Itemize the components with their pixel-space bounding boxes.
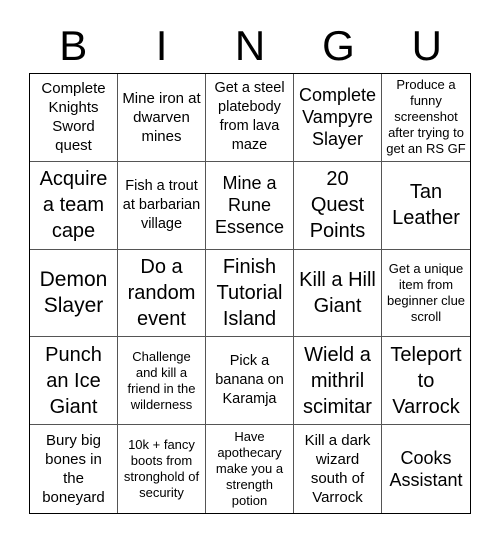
cell-text: Mine a Rune Essence — [214, 173, 285, 238]
header-letter-u: U — [411, 22, 442, 69]
cell-text: Have apothecary make you a strength poti… — [215, 429, 284, 509]
bingo-cell[interactable]: Complete Vampyre Slayer — [294, 74, 382, 162]
cell-text: Complete Vampyre Slayer — [298, 85, 377, 150]
cell-text: Get a steel platebody from lava maze — [214, 80, 285, 154]
cell-text: Mine iron at dwarven mines — [122, 89, 201, 145]
bingo-cell[interactable]: Kill a Hill Giant — [294, 249, 382, 338]
cell-text: Pick a banana on Karamja — [215, 353, 284, 408]
bingo-cell[interactable]: Get a unique item from beginner clue scr… — [382, 250, 470, 338]
header-letter-b: B — [59, 22, 88, 69]
bingo-cell[interactable]: Get a steel platebody from lava maze — [206, 74, 294, 162]
cell-text: Finish Tutorial Island — [216, 255, 283, 330]
cell-text: Kill a Hill Giant — [299, 268, 376, 317]
bingo-cell[interactable]: Pick a banana on Karamja — [206, 337, 294, 426]
bingo-cell[interactable]: Do a random event — [118, 249, 206, 338]
header-letter-g: G — [322, 22, 355, 69]
bingo-cell[interactable]: Have apothecary make you a strength poti… — [206, 425, 294, 513]
cell-text: Punch an Ice Giant — [45, 343, 102, 418]
cell-text: Teleport to Varrock — [390, 343, 462, 418]
bingo-cell[interactable]: Wield a mithril scimitar — [294, 337, 382, 426]
cell-text: Cooks Assistant — [389, 448, 463, 491]
bingo-board: Complete Knights Sword quest Mine iron a… — [29, 73, 471, 514]
bingo-cell[interactable]: Mine a Rune Essence — [206, 161, 294, 250]
bingo-cell[interactable]: Teleport to Varrock — [382, 337, 470, 426]
bingo-cell[interactable]: Produce a funny screenshot after trying … — [382, 74, 470, 162]
bingo-header: B I N G U — [29, 20, 471, 72]
cell-text: 20 Quest Points — [309, 168, 366, 243]
cell-text: Fish a trout at barbarian village — [122, 177, 201, 232]
bingo-cell[interactable]: Tan Leather — [382, 162, 470, 250]
cell-text: Do a random event — [127, 255, 196, 330]
cell-text: Complete Knights Sword quest — [41, 80, 106, 155]
cell-text: Tan Leather — [392, 181, 460, 230]
bingo-cell[interactable]: 10k + fancy boots from stronghold of sec… — [118, 425, 206, 513]
cell-text: 10k + fancy boots from stronghold of sec… — [123, 437, 200, 501]
bingo-cell[interactable]: Kill a dark wizard south of Varrock — [294, 425, 382, 513]
bingo-cell[interactable]: Bury big bones in the boneyard — [30, 425, 118, 513]
bingo-cell[interactable]: Challenge and kill a friend in the wilde… — [118, 337, 206, 426]
bingo-cell[interactable]: Punch an Ice Giant — [30, 337, 118, 426]
bingo-cell[interactable]: 20 Quest Points — [294, 161, 382, 250]
cell-text: Get a unique item from beginner clue scr… — [386, 260, 466, 324]
cell-text: Bury big bones in the boneyard — [42, 432, 105, 507]
cell-text: Challenge and kill a friend in the wilde… — [127, 348, 196, 412]
bingo-cell[interactable]: Cooks Assistant — [382, 425, 470, 513]
bingo-cell[interactable]: Demon Slayer — [30, 249, 118, 338]
cell-text: Demon Slayer — [39, 267, 108, 317]
bingo-cell[interactable]: Finish Tutorial Island — [206, 249, 294, 338]
header-letter-i: I — [155, 22, 168, 69]
bingo-cell[interactable]: Fish a trout at barbarian village — [118, 161, 206, 250]
bingo-cell[interactable]: Mine iron at dwarven mines — [118, 74, 206, 162]
cell-text: Wield a mithril scimitar — [303, 343, 372, 418]
header-letter-n: N — [234, 22, 266, 69]
cell-text: Produce a funny screenshot after trying … — [386, 77, 466, 157]
cell-text: Kill a dark wizard south of Varrock — [304, 432, 371, 507]
bingo-cell[interactable]: Complete Knights Sword quest — [30, 74, 118, 162]
cell-text: Acquire a team cape — [39, 168, 108, 243]
bingo-cell[interactable]: Acquire a team cape — [30, 161, 118, 250]
